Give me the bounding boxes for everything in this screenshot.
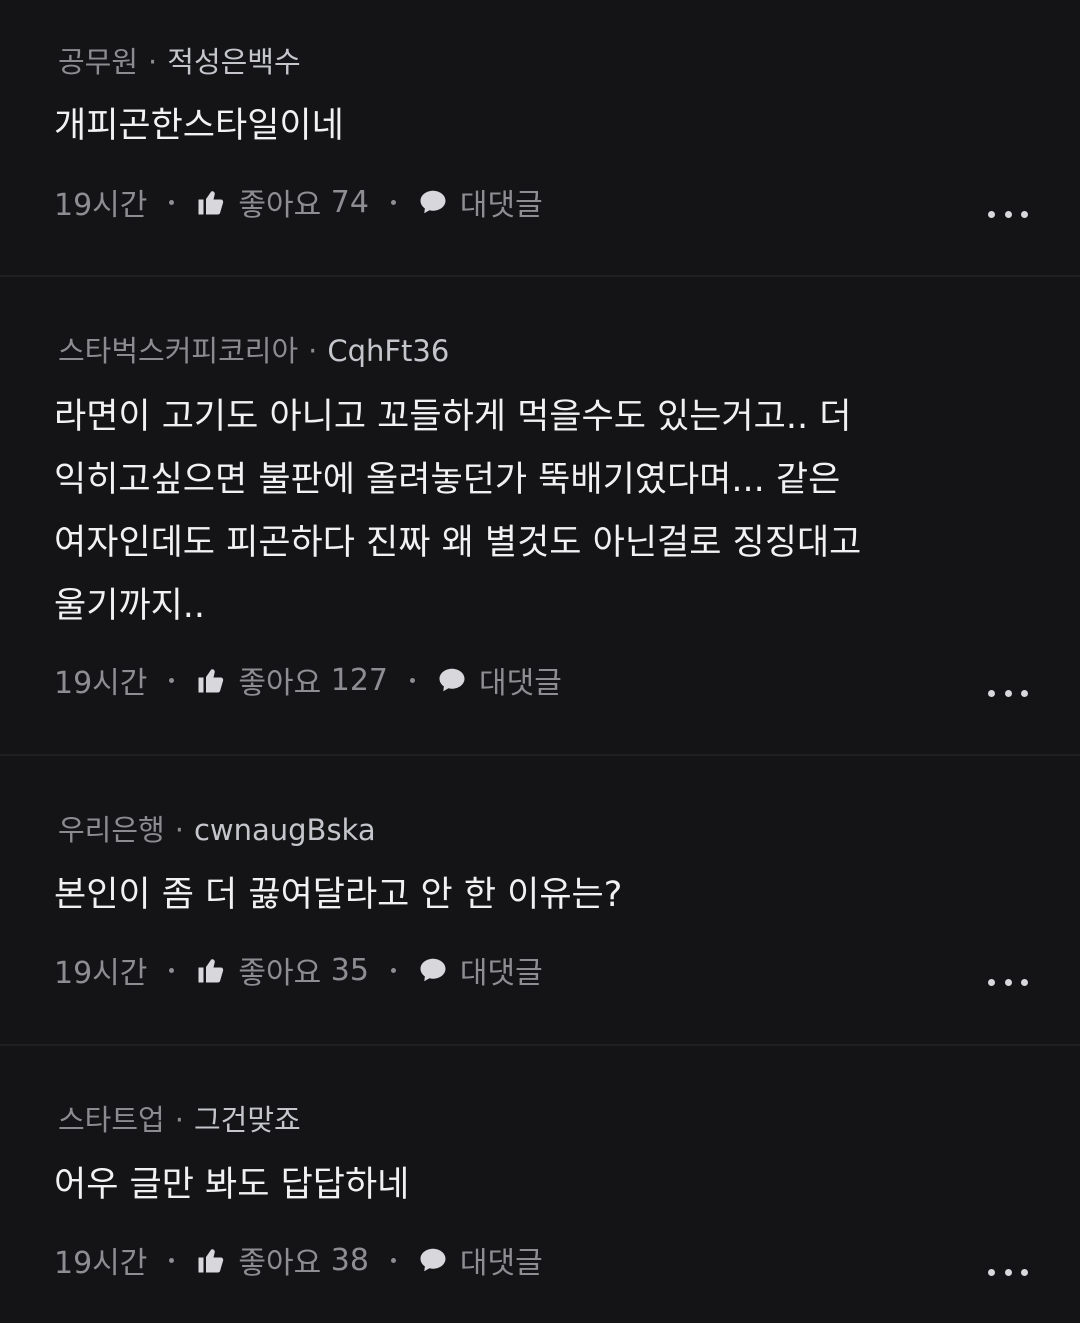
like-count: 127	[330, 662, 388, 698]
comment-item: 우리은행 · cwnaugBska 본인이 좀 더 끓여달라고 안 한 이유는? 1…	[0, 756, 1080, 1045]
comment-time: 19시간	[54, 666, 148, 701]
meta-dot	[390, 967, 396, 973]
author-nickname: CqhFt36	[327, 334, 450, 368]
more-dot	[1004, 1268, 1012, 1276]
more-options-button[interactable]	[988, 972, 1028, 992]
author-nickname: 적성은백수	[167, 45, 301, 79]
comment-author[interactable]: 공무원 · 적성은백수	[58, 44, 301, 80]
more-dot	[988, 689, 995, 697]
more-dot	[1021, 689, 1028, 697]
author-company: 공무원	[58, 45, 139, 79]
comment-item: 스타트업 · 그건맞죠 어우 글만 봐도 답답하네 19시간 좋아요 38 대댓글	[0, 1046, 1080, 1323]
more-dot	[988, 978, 995, 986]
author-separator: ·	[174, 1103, 184, 1137]
author-nickname: cwnaugBska	[193, 813, 376, 847]
comment-author[interactable]: 스타벅스커피코리아 · CqhFt36	[58, 333, 449, 369]
more-dot	[1021, 1268, 1028, 1276]
reply-label: 대댓글	[479, 666, 562, 701]
thumbs-up-icon	[198, 191, 224, 215]
comment-item: 공무원 · 적성은백수 개피곤한스타일이네 19시간 좋아요 74 대댓글	[0, 0, 1080, 276]
thumbs-up-icon	[198, 1249, 224, 1273]
comment-item: 스타벅스커피코리아 · CqhFt36 라면이 고기도 아니고 꼬들하게 먹을수도 …	[0, 277, 1080, 755]
meta-dot	[169, 967, 175, 973]
meta-dot	[169, 199, 175, 205]
author-separator: ·	[148, 45, 158, 79]
comment-time: 19시간	[54, 956, 148, 991]
meta-dot	[169, 1257, 175, 1263]
more-options-button[interactable]	[988, 204, 1028, 224]
comment-time: 19시간	[54, 1246, 148, 1281]
reply-label: 대댓글	[459, 1246, 543, 1281]
meta-dot	[390, 1257, 396, 1263]
reply-button[interactable]: 대댓글	[437, 658, 562, 702]
author-company: 우리은행	[58, 813, 165, 847]
like-label: 좋아요	[238, 1246, 322, 1281]
comment-text: 어우 글만 봐도 답답하네	[54, 1165, 410, 1205]
meta-dot	[410, 677, 415, 683]
like-count: 38	[330, 1242, 369, 1278]
comment-author[interactable]: 우리은행 · cwnaugBska	[58, 812, 376, 848]
like-count: 35	[330, 952, 369, 988]
like-button[interactable]: 좋아요 35	[196, 948, 369, 992]
author-separator: ·	[308, 334, 318, 368]
speech-bubble-icon	[420, 190, 446, 214]
speech-bubble-icon	[439, 668, 465, 692]
like-label: 좋아요	[238, 666, 322, 701]
more-dot	[1021, 978, 1028, 986]
more-dot	[988, 210, 995, 218]
comment-text: 라면이 고기도 아니고 꼬들하게 먹을수도 있는거고.. 더 익히고싶으면 불판…	[54, 397, 862, 626]
reply-button[interactable]: 대댓글	[418, 948, 543, 992]
more-options-button[interactable]	[988, 683, 1028, 703]
comment-time: 19시간	[54, 188, 148, 223]
comment-text: 개피곤한스타일이네	[54, 106, 344, 146]
meta-dot	[390, 199, 396, 205]
more-options-button[interactable]	[988, 1262, 1028, 1282]
comment-meta: 19시간 좋아요 38 대댓글	[54, 1238, 543, 1282]
meta-dot	[169, 677, 175, 683]
author-company: 스타벅스커피코리아	[58, 334, 299, 368]
comment-author[interactable]: 스타트업 · 그건맞죠	[58, 1102, 301, 1138]
speech-bubble-icon	[420, 958, 446, 982]
comment-meta: 19시간 좋아요 74 대댓글	[54, 180, 543, 224]
more-dot	[988, 1268, 995, 1276]
like-button[interactable]: 좋아요 127	[196, 658, 388, 702]
comment-meta: 19시간 좋아요 127 대댓글	[54, 658, 562, 702]
like-button[interactable]: 좋아요 38	[196, 1238, 369, 1282]
like-button[interactable]: 좋아요 74	[196, 180, 369, 224]
reply-button[interactable]: 대댓글	[418, 1238, 543, 1282]
like-count: 74	[330, 184, 369, 220]
like-label: 좋아요	[238, 188, 322, 223]
reply-label: 대댓글	[459, 188, 543, 223]
thumbs-up-icon	[198, 669, 224, 693]
author-nickname: 그건맞죠	[193, 1103, 301, 1137]
comment-text: 본인이 좀 더 끓여달라고 안 한 이유는?	[54, 875, 623, 915]
reply-button[interactable]: 대댓글	[418, 180, 543, 224]
like-label: 좋아요	[238, 956, 322, 991]
more-dot	[1004, 689, 1012, 697]
comment-meta: 19시간 좋아요 35 대댓글	[54, 948, 543, 992]
thumbs-up-icon	[198, 959, 224, 983]
more-dot	[1004, 978, 1012, 986]
author-company: 스타트업	[58, 1103, 165, 1137]
reply-label: 대댓글	[459, 956, 543, 991]
more-dot	[1004, 210, 1012, 218]
speech-bubble-icon	[420, 1248, 446, 1272]
more-dot	[1021, 210, 1028, 218]
author-separator: ·	[174, 813, 184, 847]
